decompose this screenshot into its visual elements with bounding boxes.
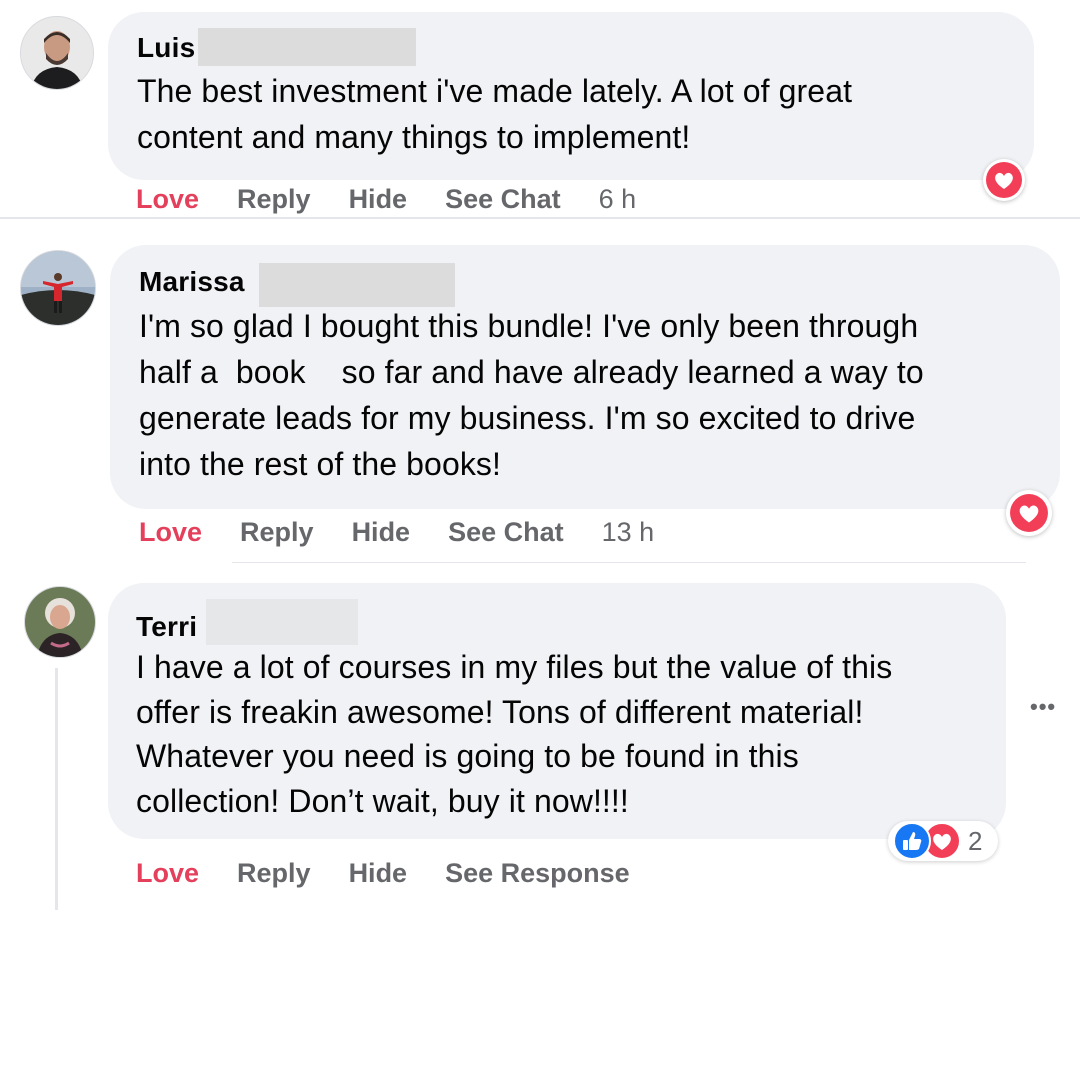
comment-actions: Love Reply Hide See Chat 13 h — [139, 517, 692, 548]
avatar[interactable] — [24, 586, 96, 658]
love-button[interactable]: Love — [136, 184, 199, 215]
avatar-marissa-image — [21, 251, 95, 325]
redacted-surname — [198, 28, 416, 66]
reply-button[interactable]: Reply — [237, 858, 311, 889]
comment-actions: Love Reply Hide See Response — [136, 858, 668, 889]
avatar[interactable] — [20, 250, 96, 326]
comment-actions: Love Reply Hide See Chat 6 h — [136, 184, 674, 215]
divider — [232, 562, 1026, 563]
avatar[interactable] — [20, 16, 94, 90]
reaction-badge[interactable] — [1006, 490, 1052, 536]
comment-text: The best investment i've made lately. A … — [137, 73, 853, 155]
reactions-summary[interactable]: 2 — [888, 821, 998, 861]
redacted-surname — [206, 599, 358, 645]
avatar-luis-image — [21, 17, 93, 89]
thread-line — [55, 668, 58, 910]
reaction-badge[interactable] — [983, 159, 1025, 201]
comment-author[interactable]: Terri — [136, 611, 197, 643]
avatar-terri-image — [25, 587, 95, 657]
reply-button[interactable]: Reply — [237, 184, 311, 215]
like-icon — [893, 822, 931, 860]
timestamp[interactable]: 13 h — [602, 517, 655, 548]
comment-author[interactable]: Marissa — [139, 266, 245, 298]
hide-button[interactable]: Hide — [349, 184, 408, 215]
love-button[interactable]: Love — [136, 858, 199, 889]
timestamp[interactable]: 6 h — [599, 184, 637, 215]
heart-icon — [1010, 494, 1048, 532]
heart-icon — [986, 162, 1022, 198]
love-button[interactable]: Love — [139, 517, 202, 548]
hide-button[interactable]: Hide — [349, 858, 408, 889]
reply-button[interactable]: Reply — [240, 517, 314, 548]
divider — [0, 217, 1080, 219]
see-chat-button[interactable]: See Chat — [448, 517, 564, 548]
see-response-button[interactable]: See Response — [445, 858, 630, 889]
reaction-count: 2 — [968, 825, 983, 856]
redacted-surname — [259, 263, 455, 307]
see-chat-button[interactable]: See Chat — [445, 184, 561, 215]
comment-text: I have a lot of courses in my files but … — [136, 649, 893, 819]
comment-author[interactable]: Luis — [137, 32, 195, 64]
hide-button[interactable]: Hide — [352, 517, 411, 548]
comment-text: I'm so glad I bought this bundle! I've o… — [139, 308, 924, 482]
more-options-button[interactable]: ••• — [1030, 694, 1056, 720]
